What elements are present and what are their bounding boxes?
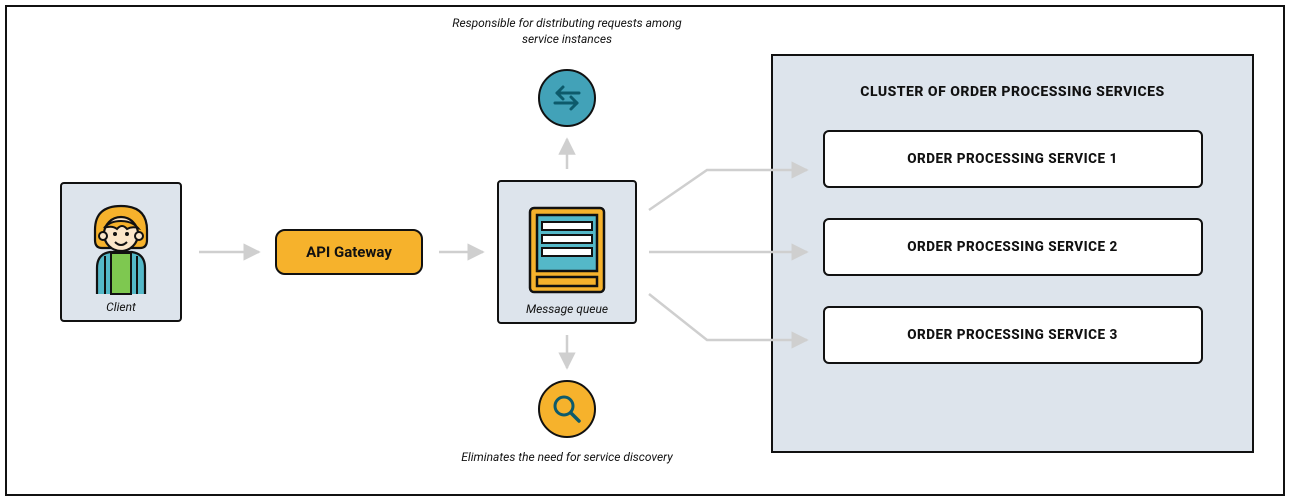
- service-label: ORDER PROCESSING SERVICE 3: [907, 327, 1118, 343]
- service-label: ORDER PROCESSING SERVICE 2: [907, 239, 1118, 255]
- annotation-discovery: Eliminates the need for service discover…: [452, 449, 682, 465]
- cluster-node: CLUSTER OF ORDER PROCESSING SERVICES ORD…: [771, 54, 1254, 453]
- message-queue-node: Message queue: [497, 180, 637, 324]
- annotation-distributing: Responsible for distributing requests am…: [452, 15, 682, 47]
- service-box-3: ORDER PROCESSING SERVICE 3: [823, 306, 1203, 364]
- service-box-1: ORDER PROCESSING SERVICE 1: [823, 130, 1203, 188]
- client-node: Client: [60, 182, 182, 322]
- client-label: Client: [106, 300, 136, 314]
- service-label: ORDER PROCESSING SERVICE 1: [907, 151, 1118, 167]
- service-box-2: ORDER PROCESSING SERVICE 2: [823, 218, 1203, 276]
- diagram-canvas: Client API Gateway Message queue Respons…: [5, 5, 1285, 496]
- message-queue-icon: [524, 202, 610, 298]
- message-queue-label: Message queue: [526, 302, 608, 316]
- service-discovery-icon: [538, 380, 596, 438]
- load-balancer-icon: [538, 69, 596, 127]
- cluster-title: CLUSTER OF ORDER PROCESSING SERVICES: [860, 84, 1164, 100]
- api-gateway-node: API Gateway: [275, 229, 423, 275]
- api-gateway-label: API Gateway: [306, 243, 392, 261]
- client-icon: [80, 196, 162, 296]
